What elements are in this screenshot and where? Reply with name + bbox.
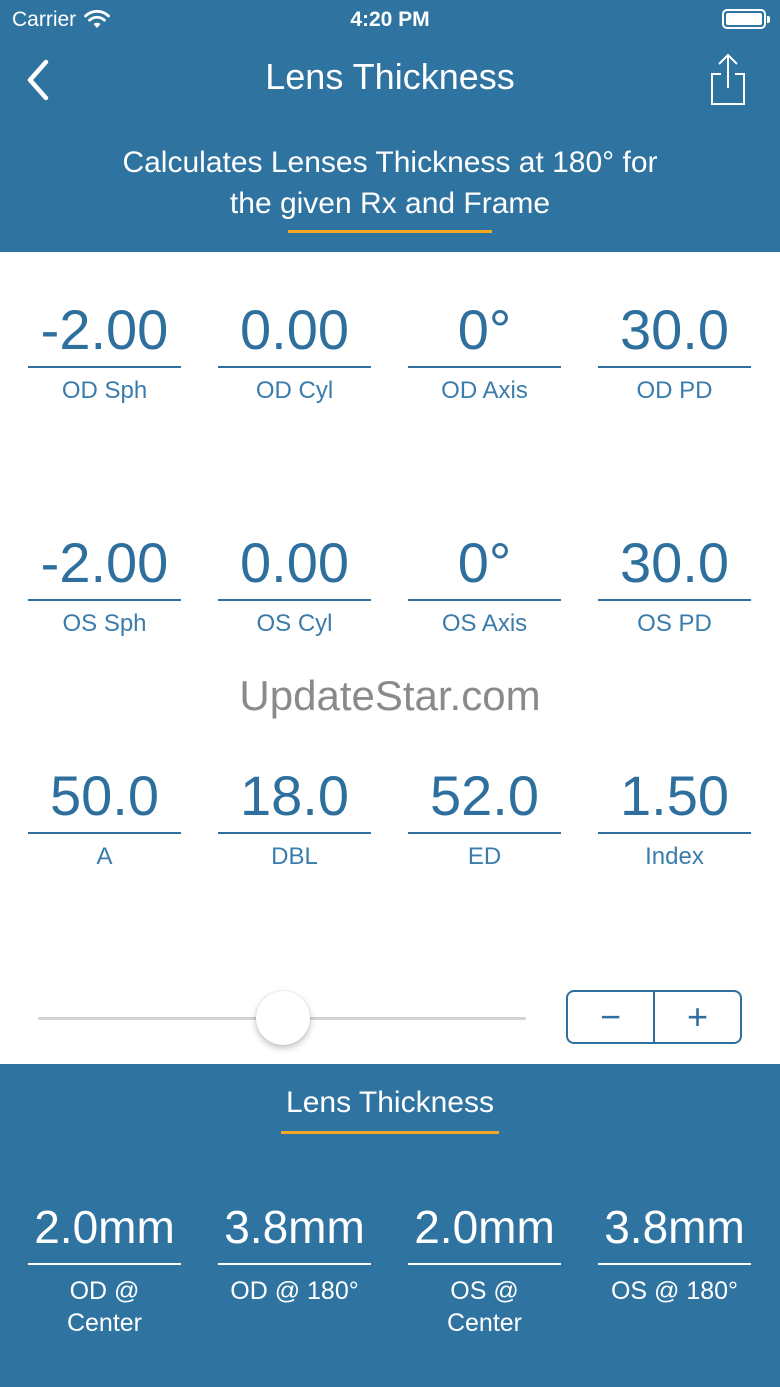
od-axis-label: OD Axis [441,377,528,404]
od-axis-field[interactable]: 0° OD Axis [408,292,561,406]
od-cyl-label: OD Cyl [255,377,334,404]
frame-a-label: A [96,843,113,870]
subtitle: Calculates Lenses Thickness at 180° for … [90,142,690,224]
frame-ed-field[interactable]: 52.0 ED [408,758,561,872]
result-os-center-label: OS @ Center [408,1275,561,1339]
results-title: Lens Thickness [286,1086,494,1119]
results-panel: Lens Thickness 2.0mm OD @ Center 3.8mm O… [0,1064,780,1387]
result-os-180-label: OS @ 180° [598,1275,751,1307]
frame-dbl-field[interactable]: 18.0 DBL [218,758,371,872]
os-axis-label: OS Axis [441,610,528,637]
os-axis-value[interactable]: 0° [408,525,561,601]
share-button[interactable] [708,52,748,106]
status-time: 4:20 PM [350,8,430,31]
result-od-180: 3.8mm OD @ 180° [218,1189,371,1307]
result-label-line: OS @ 180° [610,1277,739,1305]
result-od-180-value: 3.8mm [218,1189,371,1265]
od-cyl-field[interactable]: 0.00 OD Cyl [218,292,371,406]
os-pd-field[interactable]: 30.0 OS PD [598,525,751,639]
od-cyl-value[interactable]: 0.00 [218,292,371,368]
od-axis-value[interactable]: 0° [408,292,561,368]
frame-ed-value[interactable]: 52.0 [408,758,561,834]
result-label-line: OS @ [450,1277,519,1305]
result-od-center: 2.0mm OD @ Center [28,1189,181,1339]
frame-a-value[interactable]: 50.0 [28,758,181,834]
od-pd-field[interactable]: 30.0 OD PD [598,292,751,406]
result-od-center-label: OD @ Center [28,1275,181,1339]
od-sph-value[interactable]: -2.00 [28,292,181,368]
subtitle-line-2: the given Rx and Frame [229,187,551,220]
header: Carrier 4:20 PM Lens Thickness Calculate… [0,0,780,252]
os-sph-field[interactable]: -2.00 OS Sph [28,525,181,639]
result-os-center-value: 2.0mm [408,1189,561,1265]
result-os-180: 3.8mm OS @ 180° [598,1189,751,1307]
result-label-line: OD @ 180° [230,1277,359,1305]
result-os-180-value: 3.8mm [598,1189,751,1265]
os-cyl-value[interactable]: 0.00 [218,525,371,601]
status-bar: Carrier 4:20 PM [0,0,780,40]
value-slider-thumb[interactable] [256,991,310,1045]
index-value[interactable]: 1.50 [598,758,751,834]
decrement-button[interactable]: − [568,992,653,1042]
subtitle-line-1: Calculates Lenses Thickness at 180° for [122,146,658,179]
od-pd-value[interactable]: 30.0 [598,292,751,368]
index-label: Index [645,843,704,870]
battery-icon [722,9,770,29]
os-cyl-label: OS Cyl [256,610,333,637]
share-icon [711,53,745,105]
result-label-line: OD @ [69,1277,140,1305]
frame-dbl-value[interactable]: 18.0 [218,758,371,834]
increment-button[interactable]: + [655,992,740,1042]
od-sph-field[interactable]: -2.00 OD Sph [28,292,181,406]
result-os-center: 2.0mm OS @ Center [408,1189,561,1339]
result-label-line: Center [66,1309,143,1337]
page-title: Lens Thickness [265,56,515,97]
os-cyl-field[interactable]: 0.00 OS Cyl [218,525,371,639]
frame-a-field[interactable]: 50.0 A [28,758,181,872]
frame-dbl-label: DBL [271,843,318,870]
subtitle-underline [288,230,492,233]
results-title-underline [281,1131,499,1134]
watermark: UpdateStar.com [239,672,541,719]
od-sph-label: OD Sph [61,377,148,404]
os-pd-value[interactable]: 30.0 [598,525,751,601]
od-pd-label: OD PD [636,377,713,404]
result-od-180-label: OD @ 180° [218,1275,371,1307]
result-od-center-value: 2.0mm [28,1189,181,1265]
os-sph-value[interactable]: -2.00 [28,525,181,601]
value-stepper[interactable]: − + [566,990,742,1044]
os-sph-label: OS Sph [62,610,147,637]
os-axis-field[interactable]: 0° OS Axis [408,525,561,639]
frame-ed-label: ED [467,843,502,870]
index-field[interactable]: 1.50 Index [598,758,751,872]
os-pd-label: OS PD [637,610,712,637]
result-label-line: Center [446,1309,523,1337]
